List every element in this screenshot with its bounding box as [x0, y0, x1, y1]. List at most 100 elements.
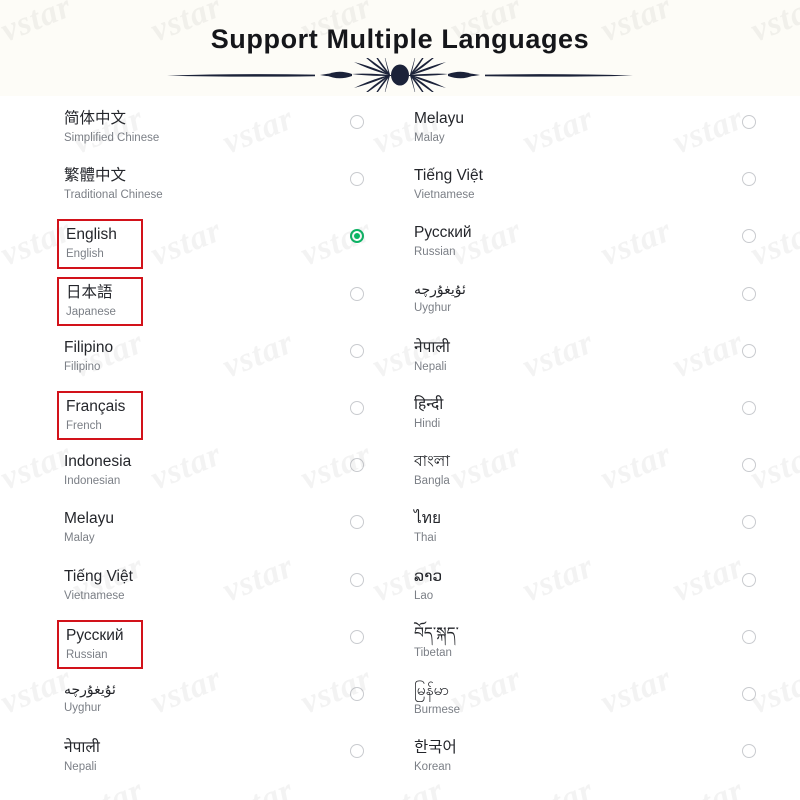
radio-unselected-icon[interactable] — [742, 343, 756, 358]
language-row[interactable]: ไทย Thai — [414, 505, 756, 562]
language-native-name: Indonesia — [64, 453, 132, 471]
language-radio-cell[interactable] — [350, 277, 364, 301]
language-label-group: 简体中文 Simplified Chinese — [57, 105, 167, 150]
language-native-name: Tiếng Việt — [414, 167, 483, 185]
language-radio-cell[interactable] — [350, 734, 364, 759]
language-radio-cell[interactable] — [742, 105, 756, 129]
language-row[interactable]: 简体中文 Simplified Chinese — [64, 105, 364, 162]
radio-unselected-icon[interactable] — [742, 458, 756, 473]
language-radio-cell[interactable] — [742, 162, 756, 187]
radio-unselected-icon[interactable] — [350, 172, 364, 187]
radio-unselected-icon[interactable] — [350, 572, 364, 587]
radio-unselected-icon[interactable] — [350, 343, 364, 358]
language-radio-cell[interactable] — [350, 620, 364, 644]
language-radio-cell[interactable] — [742, 277, 756, 301]
language-radio-cell[interactable] — [742, 563, 756, 587]
language-native-name: Русский — [66, 626, 124, 644]
language-label-group: ລາວ Lao — [407, 563, 450, 608]
language-radio-cell[interactable] — [742, 448, 756, 473]
language-english-name: Simplified Chinese — [64, 132, 160, 145]
language-radio-cell[interactable] — [742, 219, 756, 244]
language-english-name: Malay — [414, 132, 445, 145]
language-radio-cell[interactable] — [350, 448, 364, 473]
radio-unselected-icon[interactable] — [350, 286, 364, 301]
language-row[interactable]: Русский Russian — [414, 219, 756, 276]
language-native-name: বাংলা — [414, 453, 450, 471]
language-english-name: English — [66, 248, 104, 261]
language-label-group: ไทย Thai — [407, 505, 449, 550]
language-radio-cell[interactable] — [350, 219, 364, 244]
radio-unselected-icon[interactable] — [742, 286, 756, 301]
language-row[interactable]: English English — [57, 219, 364, 276]
language-native-name: 繁體中文 — [64, 167, 127, 185]
radio-unselected-icon[interactable] — [350, 686, 364, 701]
language-row[interactable]: 한국어 Korean — [414, 734, 756, 791]
radio-unselected-icon[interactable] — [350, 629, 364, 644]
radio-unselected-icon[interactable] — [350, 115, 364, 129]
language-row[interactable]: Filipino Filipino — [64, 334, 364, 391]
language-native-name: नेपाली — [414, 338, 450, 356]
language-radio-cell[interactable] — [350, 105, 364, 129]
language-highlight-box: 日本語 Japanese — [57, 276, 143, 326]
language-row[interactable]: Indonesia Indonesian — [64, 448, 364, 505]
language-radio-cell[interactable] — [350, 505, 364, 530]
radio-unselected-icon[interactable] — [742, 400, 756, 415]
language-radio-cell[interactable] — [350, 334, 364, 358]
language-row[interactable]: Melayu Malay — [414, 105, 756, 162]
language-native-name: Русский — [414, 224, 472, 242]
language-radio-cell[interactable] — [742, 620, 756, 644]
language-radio-cell[interactable] — [350, 677, 364, 701]
language-english-name: Tibetan — [414, 646, 452, 659]
language-radio-cell[interactable] — [350, 162, 364, 187]
language-native-name: မြန်မာ — [414, 681, 449, 699]
language-label-group: नेपाली Nepali — [407, 334, 458, 379]
language-label-group: Melayu Malay — [407, 105, 472, 150]
radio-unselected-icon[interactable] — [742, 744, 756, 759]
radio-unselected-icon[interactable] — [742, 172, 756, 187]
language-native-name: ئۇيغۇرچە — [414, 280, 466, 297]
language-radio-cell[interactable] — [350, 391, 364, 415]
language-radio-cell[interactable] — [742, 334, 756, 358]
language-radio-cell[interactable] — [350, 563, 364, 587]
radio-selected-icon[interactable] — [350, 229, 364, 244]
radio-unselected-icon[interactable] — [742, 115, 756, 129]
language-row[interactable]: বাংলা Bangla — [414, 448, 756, 505]
language-row[interactable]: ລາວ Lao — [414, 563, 756, 620]
language-label-group: 繁體中文 Traditional Chinese — [57, 162, 171, 207]
language-radio-cell[interactable] — [742, 505, 756, 530]
radio-unselected-icon[interactable] — [350, 458, 364, 473]
language-radio-cell[interactable] — [742, 391, 756, 415]
language-row[interactable]: Tiếng Việt Vietnamese — [64, 563, 364, 620]
language-row[interactable]: ئۇيغۇرچە Uyghur — [64, 677, 364, 734]
language-row[interactable]: Tiếng Việt Vietnamese — [414, 162, 756, 219]
language-label-group: བོད་སྐད་ Tibetan — [407, 620, 467, 665]
language-row[interactable]: हिन्दी Hindi — [414, 391, 756, 448]
radio-unselected-icon[interactable] — [350, 744, 364, 759]
radio-unselected-icon[interactable] — [350, 515, 364, 530]
language-row[interactable]: नेपाली Nepali — [64, 734, 364, 791]
radio-unselected-icon[interactable] — [742, 686, 756, 701]
language-row[interactable]: ئۇيغۇرچە Uyghur — [414, 277, 756, 334]
language-row[interactable]: བོད་སྐད་ Tibetan — [414, 620, 756, 677]
radio-unselected-icon[interactable] — [742, 229, 756, 244]
language-row[interactable]: မြန်မာ Burmese — [414, 677, 756, 734]
language-row[interactable]: Русский Russian — [57, 619, 364, 677]
language-row[interactable]: Melayu Malay — [64, 505, 364, 562]
language-row[interactable]: 繁體中文 Traditional Chinese — [64, 162, 364, 219]
language-row[interactable]: Français French — [57, 390, 364, 448]
language-radio-cell[interactable] — [742, 734, 756, 759]
language-english-name: Russian — [66, 648, 108, 661]
language-row[interactable]: नेपाली Nepali — [414, 334, 756, 391]
language-english-name: Traditional Chinese — [64, 189, 163, 202]
radio-unselected-icon[interactable] — [742, 572, 756, 587]
language-native-name: English — [66, 226, 117, 244]
language-english-name: Indonesian — [64, 475, 121, 488]
language-native-name: Français — [66, 397, 126, 415]
language-radio-cell[interactable] — [742, 677, 756, 701]
radio-unselected-icon[interactable] — [742, 629, 756, 644]
language-row[interactable]: 日本語 Japanese — [57, 276, 364, 334]
radio-unselected-icon[interactable] — [350, 400, 364, 415]
radio-unselected-icon[interactable] — [742, 515, 756, 530]
language-label-group: Melayu Malay — [57, 505, 122, 550]
language-label-group: हिन्दी Hindi — [407, 391, 451, 436]
